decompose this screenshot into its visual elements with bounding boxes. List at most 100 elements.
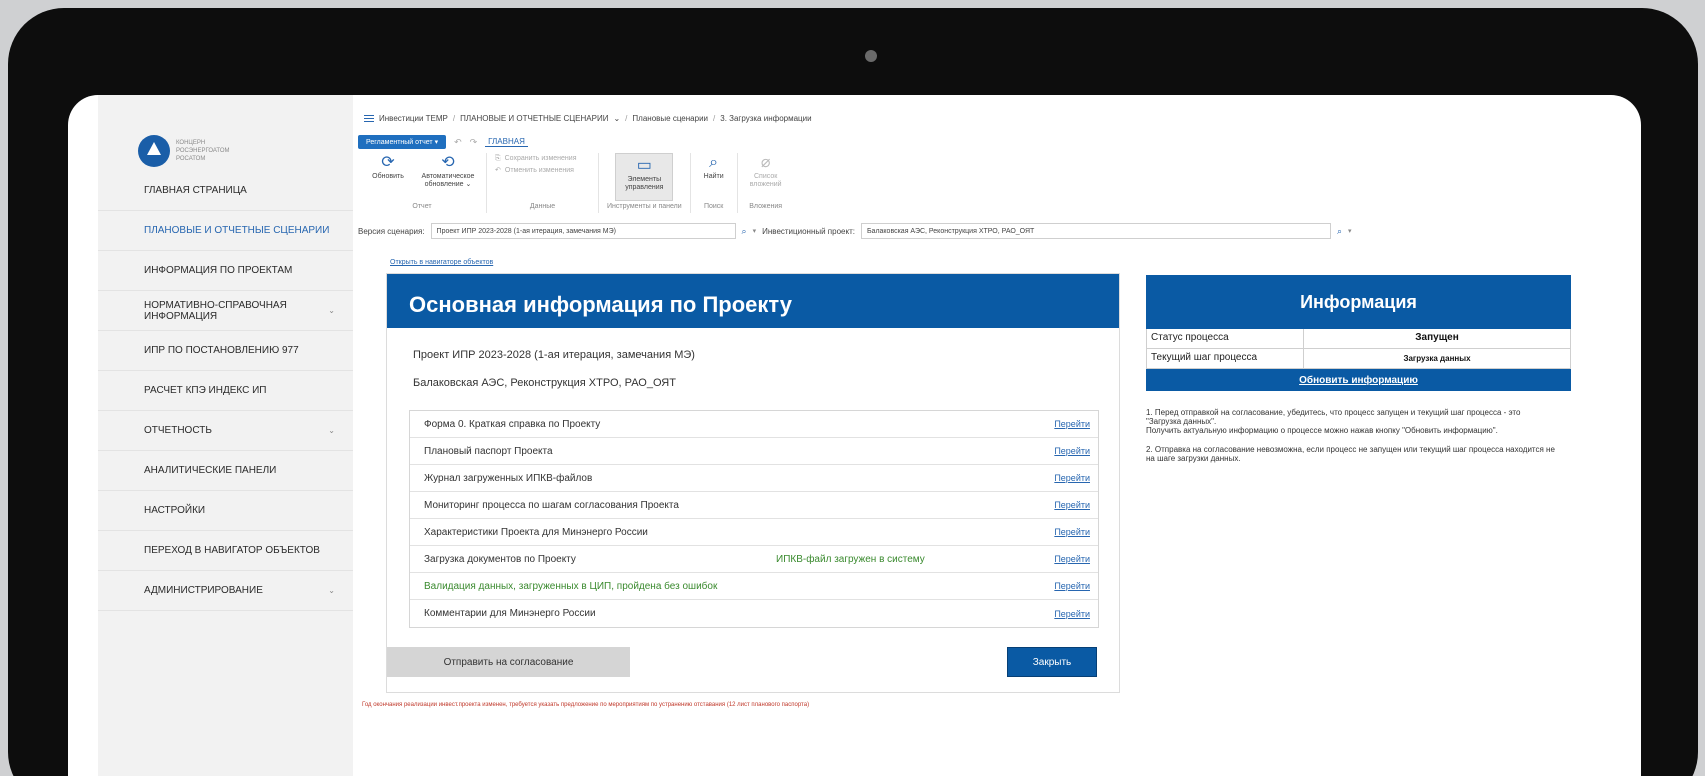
hamburger-menu-icon[interactable] [364,115,374,122]
info-panel: Информация Статус процесса Запущен Текущ… [1146,275,1571,473]
refresh-info-link[interactable]: Обновить информацию [1146,369,1571,391]
sidebar-item-projects-info[interactable]: ИНФОРМАЦИЯ ПО ПРОЕКТАМ [98,251,353,291]
breadcrumb: Инвестиции TEMP / ПЛАНОВЫЕ И ОТЧЕТНЫЕ СЦ… [364,114,812,123]
sidebar-item-scenarios[interactable]: ПЛАНОВЫЕ И ОТЧЕТНЫЕ СЦЕНАРИИ [98,211,353,251]
rosatom-logo-icon [138,135,170,167]
chevron-down-icon[interactable]: ▾ [753,227,757,235]
send-for-approval-button[interactable]: Отправить на согласование [387,647,630,677]
filter-bar: Версия сценария: Проект ИПР 2023-2028 (1… [358,223,1352,239]
go-link[interactable]: Перейти [1054,500,1090,510]
chevron-down-icon[interactable]: ▾ [1348,227,1352,235]
ribbon-group-data: ⎘ Сохранить изменения ↶ Отменить изменен… [487,153,599,213]
list-item: Загрузка документов по Проекту ИПКВ-файл… [410,546,1098,573]
project-version-text: Проект ИПР 2023-2028 (1-ая итерация, зам… [413,349,695,361]
camera-dot [865,50,877,62]
search-icon[interactable]: ⌕ [1337,226,1342,237]
list-item: Журнал загруженных ИПКВ-файлов Перейти [410,465,1098,492]
validation-status-text: Валидация данных, загруженных в ЦИП, про… [424,580,718,592]
sidebar-item-label: АНАЛИТИЧЕСКИЕ ПАНЕЛИ [144,465,277,476]
process-step-row: Текущий шаг процесса Загрузка данных [1146,349,1571,369]
chevron-down-icon[interactable]: ⌄ [613,114,620,123]
breadcrumb-item[interactable]: Плановые сценарии [632,114,708,123]
sidebar-item-reports[interactable]: ОТЧЕТНОСТЬ ⌄ [98,411,353,451]
close-button[interactable]: Закрыть [1007,647,1097,677]
page-title: Основная информация по Проекту [387,274,1119,328]
paperclip-icon: ⌀ [760,154,771,171]
go-link[interactable]: Перейти [1054,609,1090,619]
version-label: Версия сценария: [358,226,425,236]
project-label: Инвестиционный проект: [762,226,855,236]
controls-button[interactable]: ▭ Элементы управления [615,153,674,201]
list-item: Валидация данных, загруженных в ЦИП, про… [410,573,1098,600]
refresh-button[interactable]: ⟳ Обновить [366,153,410,201]
list-item: Комментарии для Минэнерго России Перейти [424,608,1090,619]
auto-refresh-button[interactable]: ⟲ Автоматическое обновление ⌄ [418,153,478,201]
report-mode-button[interactable]: Регламентный отчет ▾ [358,135,447,149]
sidebar-item-admin[interactable]: АДМИНИСТРИРОВАНИЕ ⌄ [98,571,353,611]
project-info-card: Основная информация по Проекту Проект ИП… [386,273,1120,693]
sidebar-item-label: ОТЧЕТНОСТЬ [144,425,212,436]
list-item: Характеристики Проекта для Минэнерго Рос… [410,519,1098,546]
sidebar-item-label: ГЛАВНАЯ СТРАНИЦА [144,185,247,196]
save-changes-button[interactable]: ⎘ Сохранить изменения [495,153,577,165]
go-link[interactable]: Перейти [1054,419,1090,429]
info-title: Информация [1146,275,1571,329]
go-link[interactable]: Перейти [1054,473,1090,483]
upload-status-text: ИПКВ-файл загружен в систему [776,553,925,565]
data-actions: ⎘ Сохранить изменения ↶ Отменить изменен… [495,153,590,201]
sidebar-item-label: НАСТРОЙКИ [144,505,206,516]
sidebar-item-settings[interactable]: НАСТРОЙКИ [98,491,353,531]
go-link[interactable]: Перейти [1054,527,1090,537]
save-icon: ⎘ [495,155,501,162]
mode-row: Регламентный отчет ▾ ↶ ↷ ГЛАВНАЯ [358,135,528,149]
sidebar-item-reference-info[interactable]: НОРМАТИВНО-СПРАВОЧНАЯ ИНФОРМАЦИЯ ⌄ [98,291,353,331]
chevron-down-icon: ⌄ [328,586,335,595]
warning-message: Год окончания реализации инвест.проекта … [362,702,810,708]
version-select[interactable]: Проект ИПР 2023-2028 (1-ая итерация, зам… [430,223,736,239]
list-item: Плановый паспорт Проекта Перейти [410,438,1098,465]
app-screen: КОНЦЕРН РОСЭНЕРГОАТОМ РОСАТОМ ГЛАВНАЯ СТ… [68,95,1641,776]
sidebar-item-label: ИНФОРМАЦИЯ ПО ПРОЕКТАМ [144,265,293,276]
auto-refresh-icon: ⟲ [441,154,455,171]
breadcrumb-item[interactable]: Инвестиции TEMP [379,114,448,123]
redo-icon[interactable]: ↷ [470,137,478,148]
search-icon[interactable]: ⌕ [742,226,747,237]
go-link[interactable]: Перейти [1054,446,1090,456]
process-status-value: Запущен [1415,332,1459,343]
find-button[interactable]: ⌕ Найти [699,153,729,201]
controls-panel-icon: ▭ [636,157,652,174]
sidebar-item-label: НОРМАТИВНО-СПРАВОЧНАЯ ИНФОРМАЦИЯ [144,299,287,322]
sidebar-item-label: АДМИНИСТРИРОВАНИЕ [144,585,263,596]
attachments-button[interactable]: ⌀ Список вложений [746,153,786,201]
sidebar-item-object-navigator[interactable]: ПЕРЕХОД В НАВИГАТОР ОБЪЕКТОВ [98,531,353,571]
project-name-text: Балаковская АЭС, Реконструкция ХТРО, РАО… [413,377,676,389]
chevron-down-icon: ⌄ [328,426,335,435]
sidebar-item-label: ПЛАНОВЫЕ И ОТЧЕТНЫЕ СЦЕНАРИИ [144,225,330,236]
project-select[interactable]: Балаковская АЭС, Реконструкция ХТРО, РАО… [860,223,1331,239]
sidebar-item-kpi[interactable]: РАСЧЕТ КПЭ ИНДЕКС ИП [98,371,353,411]
ribbon-group-tools: ▭ Элементы управления Инструменты и пане… [599,153,691,213]
breadcrumb-item[interactable]: ПЛАНОВЫЕ И ОТЧЕТНЫЕ СЦЕНАРИИ [460,114,608,123]
sidebar-item-home[interactable]: ГЛАВНАЯ СТРАНИЦА [98,171,353,211]
process-step-value: Загрузка данных [1403,354,1471,363]
ribbon-toolbar: ⟳ Обновить ⟲ Автоматическое обновление ⌄… [358,153,794,213]
cancel-changes-button[interactable]: ↶ Отменить изменения [495,165,574,177]
info-notes: 1. Перед отправкой на согласование, убед… [1146,408,1555,463]
refresh-icon: ⟳ [381,154,395,171]
tab-main[interactable]: ГЛАВНАЯ [485,137,528,147]
sidebar-item-ipr-977[interactable]: ИПР ПО ПОСТАНОВЛЕНИЮ 977 [98,331,353,371]
list-item: Форма 0. Краткая справка по Проекту Пере… [410,411,1098,438]
undo-icon[interactable]: ↶ [454,137,462,148]
go-link[interactable]: Перейти [1054,581,1090,591]
go-link[interactable]: Перейти [1054,554,1090,564]
sidebar-item-analytics[interactable]: АНАЛИТИЧЕСКИЕ ПАНЕЛИ [98,451,353,491]
project-links-list: Форма 0. Краткая справка по Проекту Пере… [409,410,1099,628]
company-logo[interactable]: КОНЦЕРН РОСЭНЕРГОАТОМ РОСАТОМ [138,135,230,167]
ribbon-group-attachments: ⌀ Список вложений Вложения [738,153,794,213]
list-item: Мониторинг процесса по шагам согласовани… [410,492,1098,519]
ribbon-group-report: ⟳ Обновить ⟲ Автоматическое обновление ⌄… [358,153,487,213]
breadcrumb-item: 3. Загрузка информации [720,114,812,123]
sidebar: КОНЦЕРН РОСЭНЕРГОАТОМ РОСАТОМ ГЛАВНАЯ СТ… [98,95,353,776]
logo-text: КОНЦЕРН РОСЭНЕРГОАТОМ РОСАТОМ [176,140,230,162]
open-object-navigator-link[interactable]: Открыть в навигаторе объектов [390,259,493,266]
